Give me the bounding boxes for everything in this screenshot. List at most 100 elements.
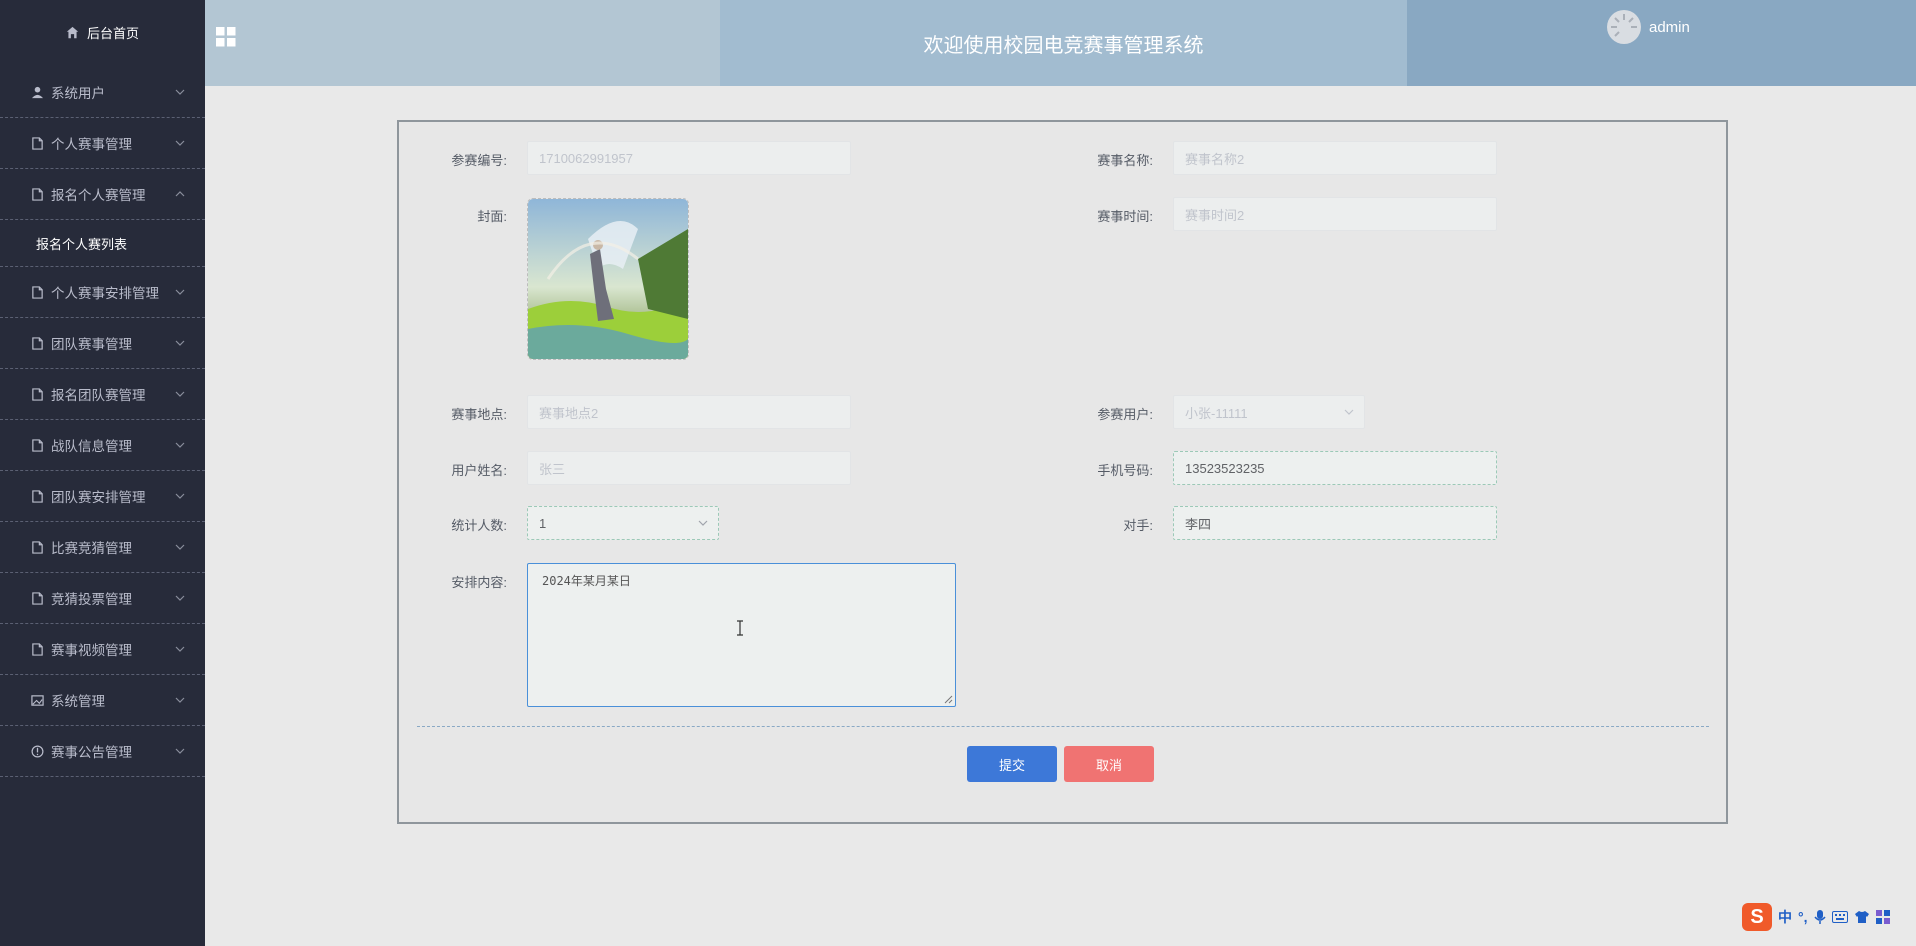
sidebar-home-label: 后台首页 — [86, 25, 139, 41]
sidebar: 后台首页 系统用户 个人赛事管理 报名个人赛管理 报名个人赛列表 个人赛事安排管理 团队赛… — [0, 0, 205, 946]
user-name-label: 用户姓名: — [451, 463, 507, 478]
cover-image[interactable] — [527, 198, 689, 360]
sidebar-item[interactable]: 报名团队赛管理 — [0, 369, 205, 420]
submit-button[interactable]: 提交 — [967, 746, 1057, 782]
sidebar-item[interactable]: 个人赛事安排管理 — [0, 267, 205, 318]
participant-value: 小张-11111 — [1185, 405, 1248, 421]
document-icon — [30, 136, 44, 150]
chevron-down-icon — [175, 391, 185, 397]
sidebar-item[interactable]: 系统用户 — [0, 67, 205, 118]
chevron-down-icon — [698, 520, 708, 526]
sidebar-item[interactable]: 报名个人赛管理 — [0, 169, 205, 220]
schedule-value: 2024年某月某日 — [542, 574, 631, 588]
opponent-input[interactable]: 李四 — [1173, 506, 1497, 540]
chevron-up-icon — [175, 191, 185, 197]
edit-form: 参赛编号: 1710062991957 赛事名称: 赛事名称2 封面: 赛事时间… — [397, 120, 1728, 824]
sidebar-item[interactable]: 比赛竞猜管理 — [0, 522, 205, 573]
document-icon — [30, 285, 44, 299]
grid-menu-icon[interactable] — [216, 27, 236, 47]
sidebar-subitem[interactable]: 报名个人赛列表 — [0, 220, 205, 267]
venue-label: 赛事地点: — [451, 407, 507, 422]
sidebar-item[interactable]: 竞猜投票管理 — [0, 573, 205, 624]
chevron-down-icon — [175, 340, 185, 346]
participant-select: 小张-11111 — [1173, 395, 1365, 429]
sidebar-item[interactable]: 赛事视频管理 — [0, 624, 205, 675]
chevron-down-icon — [1344, 409, 1354, 415]
apps-grid-icon[interactable] — [1875, 910, 1890, 924]
entry-no-label: 参赛编号: — [451, 153, 507, 168]
event-name-field: 赛事名称2 — [1173, 141, 1497, 175]
page-title: 欢迎使用校园电竞赛事管理系统 — [720, 0, 1407, 86]
event-time-field: 赛事时间2 — [1173, 197, 1497, 231]
sidebar-item[interactable]: 战队信息管理 — [0, 420, 205, 471]
chevron-down-icon — [175, 595, 185, 601]
cancel-button[interactable]: 取消 — [1064, 746, 1154, 782]
sidebar-item-label: 战队信息管理 — [51, 439, 132, 454]
sidebar-item[interactable]: 团队赛安排管理 — [0, 471, 205, 522]
user-icon — [30, 85, 44, 99]
opponent-label: 对手: — [1123, 518, 1153, 533]
document-icon — [30, 187, 44, 201]
username: admin — [1649, 18, 1690, 36]
sidebar-item-label: 个人赛事安排管理 — [51, 286, 159, 301]
sogou-logo-icon[interactable]: S — [1742, 903, 1772, 931]
document-icon — [30, 642, 44, 656]
skin-shirt-icon[interactable] — [1854, 910, 1870, 924]
sidebar-home[interactable]: 后台首页 — [0, 0, 205, 64]
info-icon — [30, 744, 44, 758]
picture-icon — [30, 693, 44, 707]
user-menu[interactable]: admin — [1607, 10, 1690, 44]
document-icon — [30, 438, 44, 452]
venue-field: 赛事地点2 — [527, 395, 851, 429]
document-icon — [30, 591, 44, 605]
sidebar-item-label: 比赛竞猜管理 — [51, 541, 132, 556]
sidebar-item-label: 赛事视频管理 — [51, 643, 132, 658]
home-icon — [66, 26, 79, 38]
sidebar-item-label: 个人赛事管理 — [51, 137, 132, 152]
chevron-down-icon — [175, 646, 185, 652]
sidebar-item-label: 系统管理 — [51, 694, 105, 709]
chevron-down-icon — [175, 493, 185, 499]
sidebar-item[interactable]: 个人赛事管理 — [0, 118, 205, 169]
count-label: 统计人数: — [451, 518, 507, 533]
document-icon — [30, 336, 44, 350]
sidebar-item-label: 报名个人赛管理 — [51, 188, 146, 203]
event-time-label: 赛事时间: — [1097, 209, 1153, 224]
sidebar-item[interactable]: 赛事公告管理 — [0, 726, 205, 777]
sidebar-item[interactable]: 系统管理 — [0, 675, 205, 726]
cover-picture — [528, 199, 688, 359]
sidebar-item-label: 报名团队赛管理 — [51, 388, 146, 403]
sidebar-item-label: 系统用户 — [51, 86, 105, 101]
schedule-label: 安排内容: — [451, 575, 507, 590]
ime-language[interactable]: 中 — [1778, 907, 1792, 927]
chevron-down-icon — [175, 140, 185, 146]
event-name-label: 赛事名称: — [1097, 153, 1153, 168]
count-value: 1 — [539, 515, 547, 531]
phone-label: 手机号码: — [1097, 463, 1153, 478]
document-icon — [30, 387, 44, 401]
ime-toolbar: S 中 °, — [1742, 903, 1890, 931]
resize-handle-icon[interactable] — [944, 695, 953, 704]
user-name-field: 张三 — [527, 451, 851, 485]
chevron-down-icon — [175, 89, 185, 95]
chevron-down-icon — [175, 289, 185, 295]
chevron-down-icon — [175, 544, 185, 550]
entry-no-field: 1710062991957 — [527, 141, 851, 175]
ime-punctuation[interactable]: °, — [1798, 909, 1808, 925]
microphone-icon[interactable] — [1813, 909, 1826, 925]
avatar — [1607, 10, 1641, 44]
cover-label: 封面: — [477, 209, 507, 224]
phone-input[interactable]: 13523523235 — [1173, 451, 1497, 485]
sidebar-item-label: 竞猜投票管理 — [51, 592, 132, 607]
text-cursor-icon — [737, 620, 743, 636]
keyboard-icon[interactable] — [1831, 911, 1848, 923]
form-divider — [417, 726, 1709, 727]
participant-label: 参赛用户: — [1097, 407, 1153, 422]
schedule-textarea[interactable]: 2024年某月某日 — [527, 563, 956, 707]
document-icon — [30, 540, 44, 554]
count-select[interactable]: 1 — [527, 506, 719, 540]
top-header: 欢迎使用校园电竞赛事管理系统 admin — [205, 0, 1916, 86]
sidebar-item-label: 团队赛安排管理 — [51, 490, 146, 505]
sidebar-item[interactable]: 团队赛事管理 — [0, 318, 205, 369]
chevron-down-icon — [175, 442, 185, 448]
